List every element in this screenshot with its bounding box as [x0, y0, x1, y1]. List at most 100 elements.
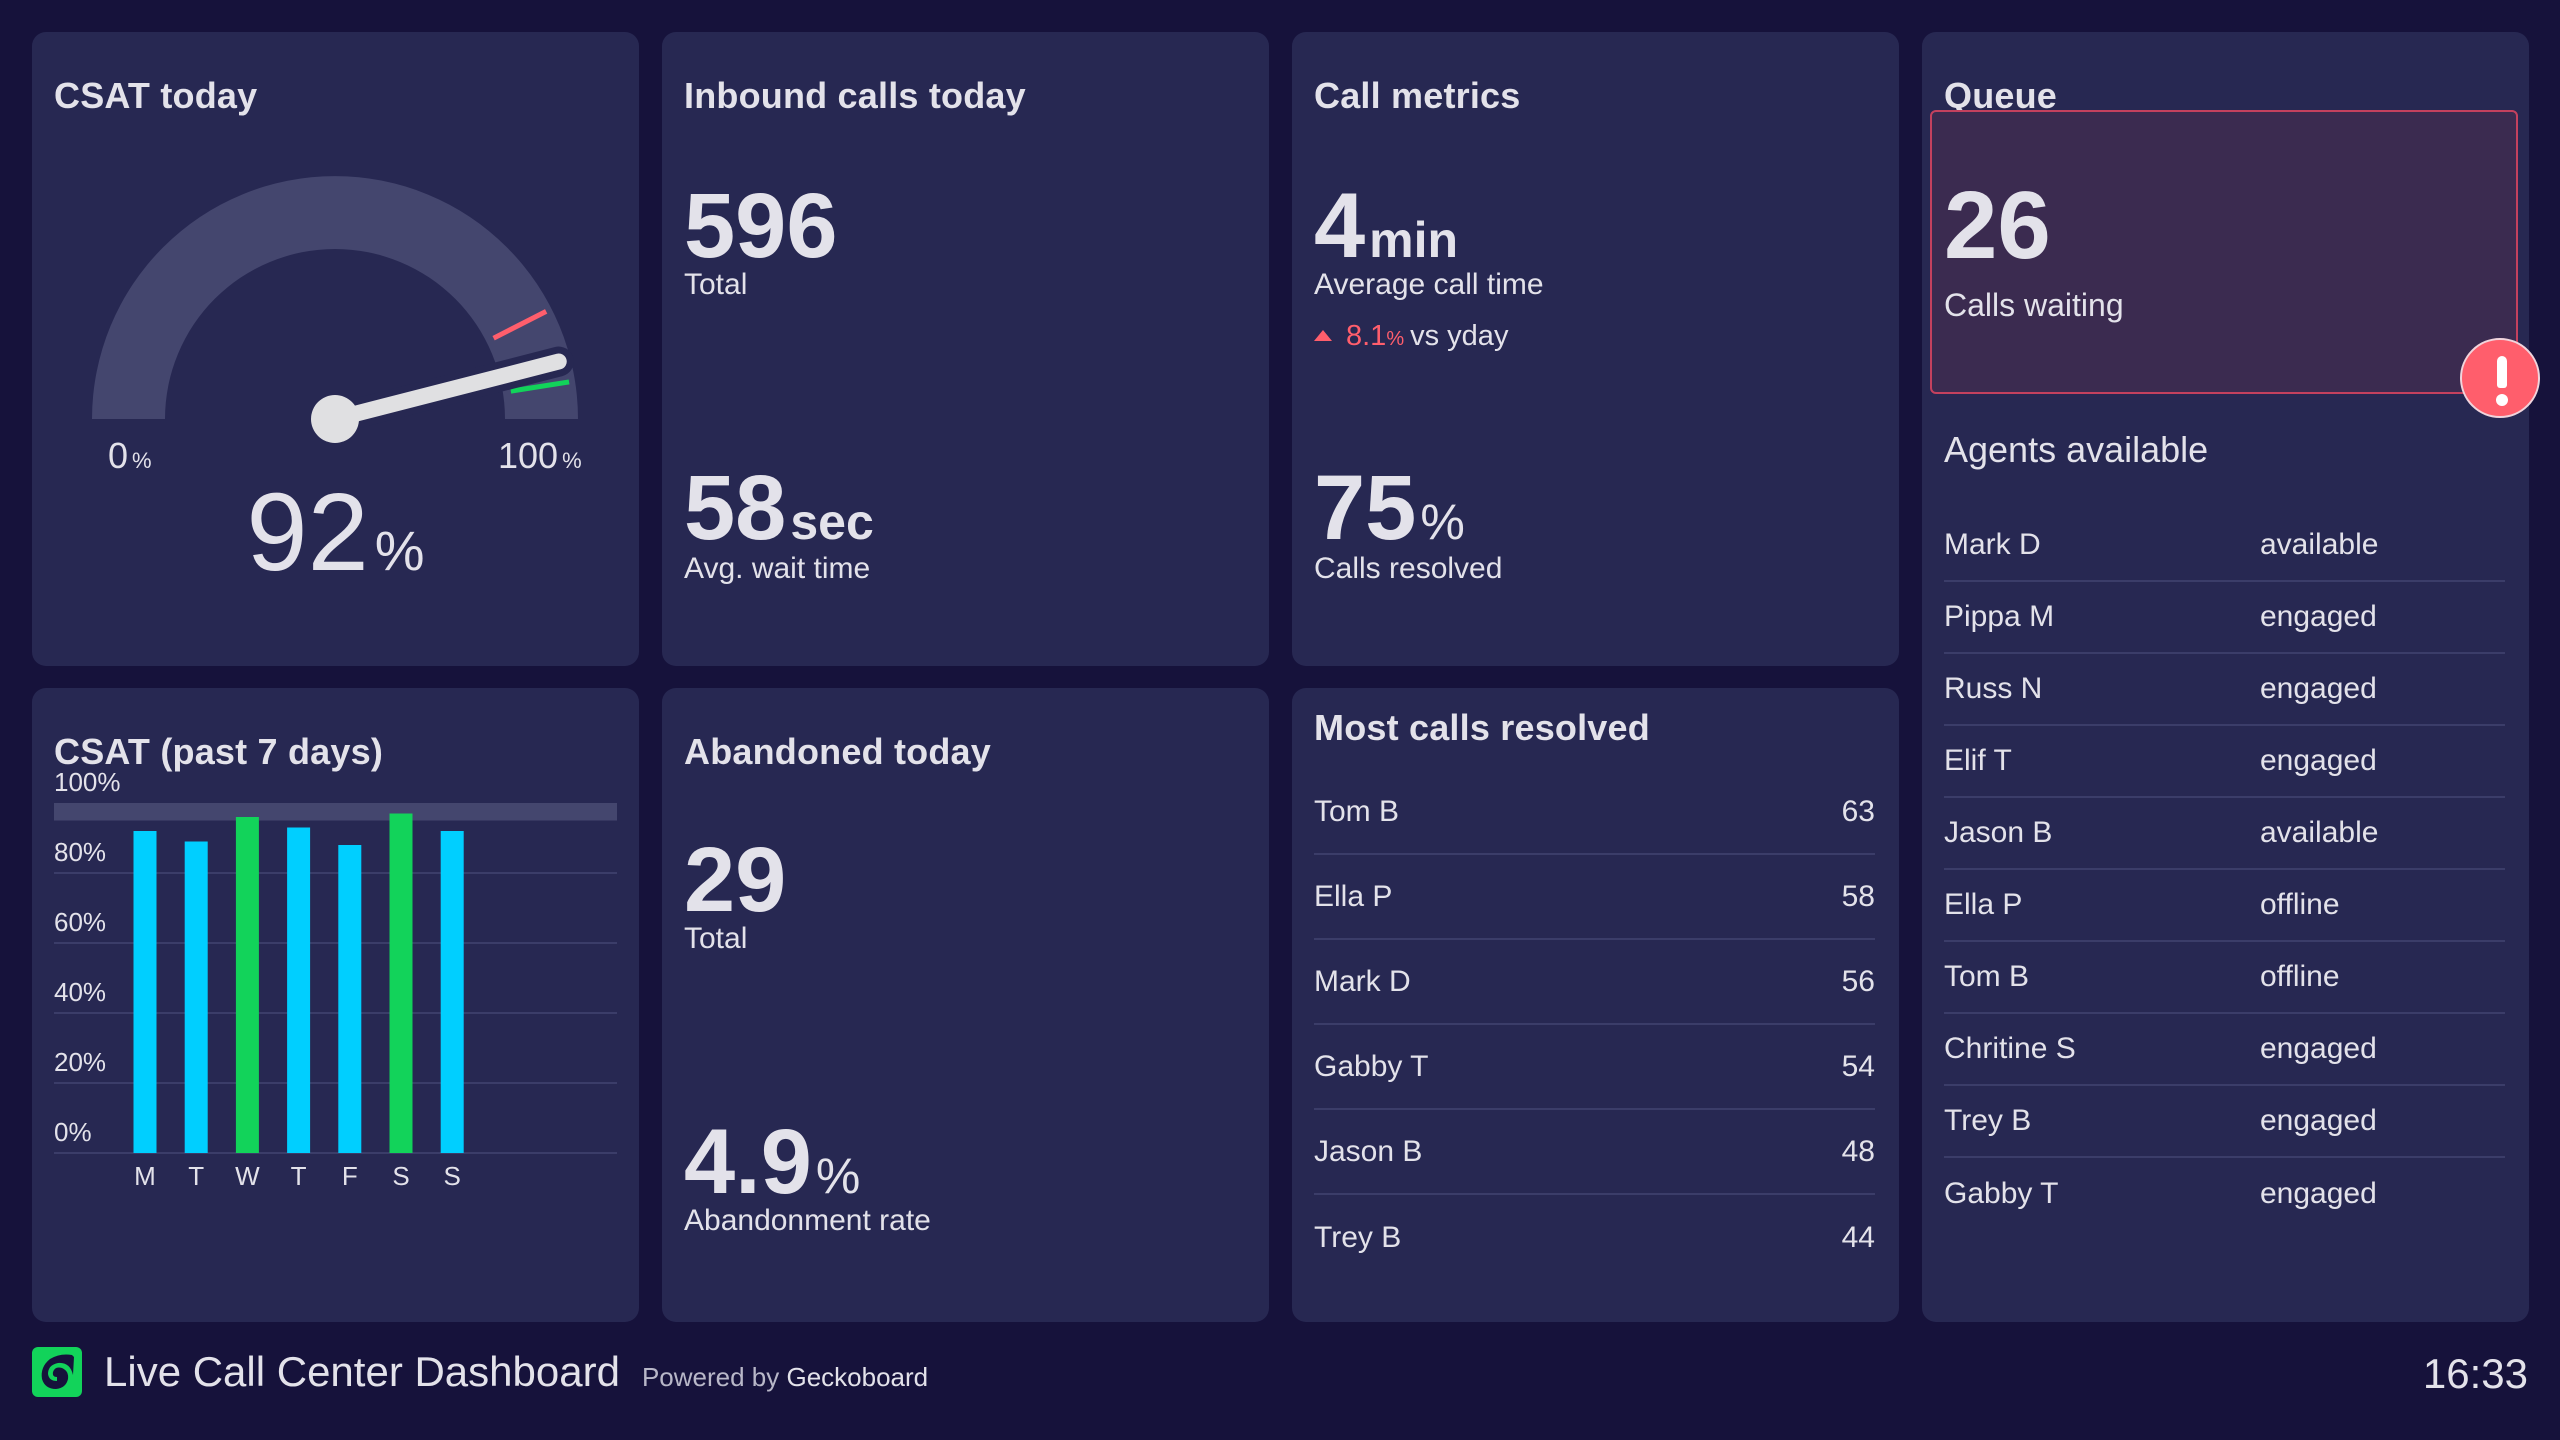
- bar: [440, 831, 464, 1153]
- csat-value-unit: %: [374, 519, 425, 582]
- leaderboard-name: Trey B: [1314, 1220, 1402, 1254]
- abandoned-total-label: Total: [684, 922, 748, 955]
- agent-row: Chritine S engaged: [1944, 1014, 2505, 1086]
- agent-status: offline: [2260, 888, 2340, 921]
- leaderboard-name: Gabby T: [1314, 1049, 1429, 1083]
- agent-name: Trey B: [1944, 1104, 2032, 1137]
- leaderboard-name: Mark D: [1314, 964, 1411, 998]
- agents-list: Mark D available Pippa M engaged Russ N engag…: [1944, 510, 2505, 1230]
- leaderboard-name: Tom B: [1314, 794, 1400, 828]
- x-tick-label: M: [134, 1161, 156, 1191]
- agent-row: Elif T engaged: [1944, 726, 2505, 798]
- call-metrics-card: Call metrics 4min Average call time 8.1%…: [1292, 32, 1899, 666]
- agent-name: Gabby T: [1944, 1177, 2059, 1210]
- avg-call-time-number: 4: [1314, 175, 1366, 277]
- agent-name: Tom B: [1944, 960, 2030, 993]
- bar: [235, 817, 259, 1153]
- csat-7-days-card: CSAT (past 7 days) 0% 20% 40% 60% 80% 100% M T W…: [32, 688, 639, 1322]
- csat-value: 92%: [32, 478, 639, 588]
- bar: [133, 831, 157, 1153]
- agent-status: engaged: [2260, 1104, 2377, 1137]
- x-tick-label: F: [342, 1161, 358, 1191]
- calls-waiting-alert-box: 26 Calls waiting: [1930, 110, 2518, 394]
- powered-by-brand: Geckoboard: [786, 1361, 929, 1392]
- inbound-total-label: Total: [684, 268, 748, 301]
- trend-comparison-label: vs yday: [1410, 320, 1509, 352]
- leaderboard-name: Ella P: [1314, 879, 1393, 913]
- abandonment-rate-number: 4.9: [684, 1111, 812, 1213]
- leaderboard-value: 58: [1841, 879, 1875, 913]
- inbound-calls-title: Inbound calls today: [684, 75, 1026, 116]
- geckoboard-logo-icon: [32, 1347, 82, 1397]
- agent-status: engaged: [2260, 1032, 2377, 1065]
- gauge-min-label: 0%: [108, 435, 152, 472]
- avg-call-time-label: Average call time: [1314, 268, 1544, 301]
- queue-title: Queue: [1944, 75, 2058, 116]
- abandoned-title: Abandoned today: [684, 731, 991, 772]
- agent-status: engaged: [2260, 744, 2377, 777]
- abandoned-total-value: 29: [684, 829, 787, 931]
- agents-available-title: Agents available: [1944, 429, 2209, 470]
- dashboard-title: Live Call Center Dashboard: [104, 1348, 620, 1395]
- agent-row: Gabby T engaged: [1944, 1158, 2505, 1230]
- agent-name: Pippa M: [1944, 600, 2055, 633]
- leaderboard-value: 54: [1841, 1049, 1875, 1083]
- avg-call-time-value: 4min: [1314, 180, 1458, 272]
- leaderboard-value: 44: [1841, 1220, 1875, 1254]
- agent-status: engaged: [2260, 672, 2377, 705]
- leaderboard-row: Mark D 56: [1314, 940, 1875, 1025]
- calls-waiting-label: Calls waiting: [1944, 287, 2124, 323]
- y-tick-label: 40%: [54, 977, 106, 1007]
- csat-value-number: 92: [246, 471, 369, 594]
- avg-wait-label: Avg. wait time: [684, 552, 871, 585]
- avg-wait-number: 58: [684, 457, 787, 559]
- abandoned-card: Abandoned today 29 Total 4.9% Abandonmen…: [662, 688, 1269, 1322]
- leaderboard-value: 56: [1841, 964, 1875, 998]
- agent-status: available: [2260, 816, 2379, 849]
- x-tick-label: T: [291, 1161, 307, 1191]
- agent-status: engaged: [2260, 1177, 2377, 1210]
- csat-gauge: 0% 100%: [92, 176, 582, 472]
- bar: [389, 813, 413, 1153]
- y-tick-label: 0%: [54, 1117, 92, 1147]
- calls-resolved-number: 75: [1314, 457, 1417, 559]
- exclamation-icon: [2460, 338, 2540, 418]
- leaderboard-row: Gabby T 54: [1314, 1025, 1875, 1110]
- leaderboard-row: Tom B 63: [1314, 770, 1875, 855]
- trend-indicator: 8.1% vs yday: [1314, 322, 1508, 351]
- y-tick-label: 80%: [54, 837, 106, 867]
- inbound-total-value: 596: [684, 175, 838, 277]
- agent-status: available: [2260, 528, 2379, 561]
- gauge-max-label: 100%: [498, 435, 582, 472]
- agent-name: Mark D: [1944, 528, 2041, 561]
- abandonment-rate-unit: %: [815, 1148, 861, 1204]
- agent-row: Pippa M engaged: [1944, 582, 2505, 654]
- leaderboard-row: Ella P 58: [1314, 855, 1875, 940]
- avg-wait-unit: sec: [790, 494, 874, 550]
- x-tick-label: W: [235, 1161, 260, 1191]
- clock: 16:33: [2422, 1350, 2528, 1397]
- bar: [287, 827, 311, 1153]
- x-tick-label: S: [444, 1161, 461, 1191]
- most-calls-resolved-card: Most calls resolved Tom B 63 Ella P 58 Mark …: [1292, 688, 1899, 1322]
- leaderboard-value: 63: [1841, 794, 1875, 828]
- trend-value: 8.1%: [1346, 320, 1405, 352]
- calls-resolved-label: Calls resolved: [1314, 552, 1503, 585]
- bar: [338, 845, 362, 1153]
- calls-waiting-value: 26: [1944, 172, 2051, 279]
- agent-status: offline: [2260, 960, 2340, 993]
- agent-row: Ella P offline: [1944, 870, 2505, 942]
- avg-call-time-unit: min: [1369, 212, 1459, 268]
- agent-name: Elif T: [1944, 744, 2012, 777]
- csat-bar-chart: 0% 20% 40% 60% 80% 100% M T W T F S S: [54, 767, 617, 1191]
- gauge-hub: [311, 395, 359, 443]
- agent-row: Tom B offline: [1944, 942, 2505, 1014]
- agent-row: Trey B engaged: [1944, 1086, 2505, 1158]
- most-calls-resolved-title: Most calls resolved: [1314, 707, 1650, 748]
- abandonment-rate-value: 4.9%: [684, 1116, 860, 1208]
- avg-wait-value: 58sec: [684, 462, 874, 554]
- abandonment-rate-label: Abandonment rate: [684, 1204, 931, 1237]
- x-tick-label: S: [392, 1161, 409, 1191]
- agent-row: Jason B available: [1944, 798, 2505, 870]
- agent-name: Ella P: [1944, 888, 2023, 921]
